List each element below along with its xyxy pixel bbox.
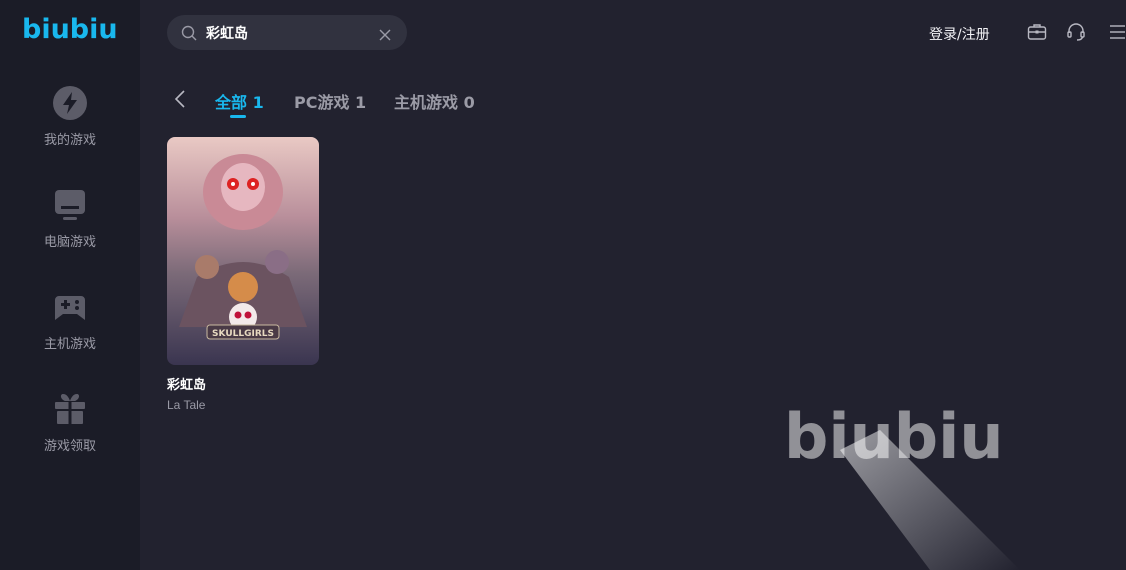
game-title: 彩虹岛 [167,378,207,393]
cover-logo-text: SKULLGIRLS [212,329,274,339]
gamepad-icon [52,289,88,325]
tab-pc-games[interactable]: PC游戏 1 [294,89,366,113]
sidebar-item-label: 我的游戏 [43,133,96,148]
game-card[interactable]: SKULLGIRLS 彩虹岛 La Tale [167,137,319,412]
menu-icon[interactable] [1109,24,1126,44]
sidebar: biubiu 我的游戏 电脑游戏 主机游戏 游戏领取 [0,0,140,570]
app-logo[interactable]: biubiu [22,14,118,45]
game-cover-image[interactable]: SKULLGIRLS [167,137,319,365]
search-icon [181,25,197,45]
toolbox-icon[interactable] [1027,22,1047,46]
lightning-icon [52,85,88,121]
tab-all[interactable]: 全部 1 [215,89,264,113]
sidebar-item-game-gifts[interactable]: 游戏领取 [0,391,140,475]
tab-active-indicator [230,115,246,118]
sidebar-item-my-games[interactable]: 我的游戏 [0,85,140,169]
sidebar-item-label: 游戏领取 [43,439,96,454]
back-arrow-icon[interactable] [174,89,186,113]
main-content: 登录/注册 全部 1 PC游戏 1 主机游戏 0 [140,0,1126,570]
close-icon[interactable] [379,26,391,45]
monitor-icon [52,187,88,223]
tab-console-games[interactable]: 主机游戏 0 [394,89,475,113]
sidebar-item-console-games[interactable]: 主机游戏 [0,289,140,373]
watermark-text: biubiu [784,400,1004,473]
sidebar-item-pc-games[interactable]: 电脑游戏 [0,187,140,271]
sidebar-item-label: 主机游戏 [43,337,96,352]
watermark-logo: biubiu [780,380,1020,570]
search-bar[interactable] [167,15,407,50]
gift-icon [52,391,88,427]
headset-icon[interactable] [1066,22,1086,46]
game-subtitle: La Tale [167,398,206,412]
sidebar-item-label: 电脑游戏 [43,235,96,250]
login-register-link[interactable]: 登录/注册 [929,24,990,44]
search-input[interactable] [206,15,366,50]
